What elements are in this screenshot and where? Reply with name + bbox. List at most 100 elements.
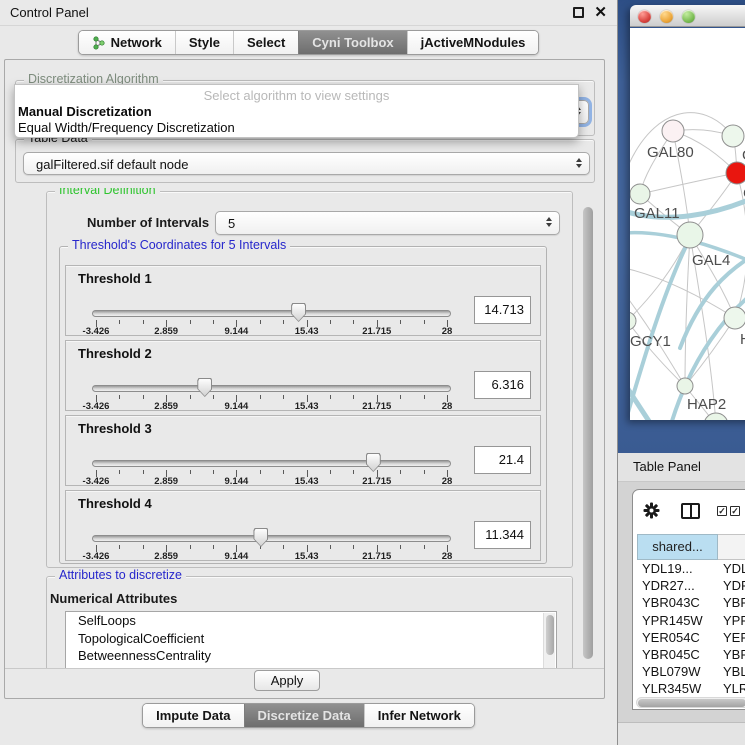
table-rows: YDL19...YDL1YDR27...YDR2YBR043C YBR0 YPR14… xyxy=(637,561,745,697)
number-of-intervals-combobox[interactable]: 5 xyxy=(215,211,560,235)
numerical-attributes-list[interactable]: SelfLoopsTopologicalCoefficientBetweenne… xyxy=(65,611,557,668)
bottom-tab-infer-network[interactable]: Infer Network xyxy=(364,704,474,727)
slider-tick xyxy=(119,395,120,399)
table-data-combobox[interactable]: galFiltered.sif default node xyxy=(23,152,590,175)
bottom-tab-discretize-data[interactable]: Discretize Data xyxy=(244,704,364,727)
slider-tick xyxy=(283,320,284,324)
attribute-item-selfloops[interactable]: SelfLoops xyxy=(66,612,556,630)
network-node-h[interactable] xyxy=(724,307,745,329)
close-traffic-light-icon[interactable] xyxy=(638,10,651,23)
cell-shared-name: YBR043C xyxy=(642,595,718,610)
apply-button[interactable]: Apply xyxy=(254,670,320,691)
slider-tick-label: 2.859 xyxy=(144,551,188,562)
slider-track[interactable] xyxy=(92,310,451,317)
threshold-value-field[interactable]: 11.344 xyxy=(474,521,531,549)
bottom-tab-label: Discretize Data xyxy=(258,708,351,723)
table-row[interactable]: YPR145WYPR1 xyxy=(637,613,745,630)
node-label-gal80: GAL80 xyxy=(647,144,694,161)
tab-style[interactable]: Style xyxy=(175,31,233,54)
slider-thumb[interactable] xyxy=(197,378,212,397)
dropdown-option-equal-width-frequency[interactable]: Equal Width/Frequency Discretization xyxy=(18,120,235,135)
table-row[interactable]: YDR27...YDR2 xyxy=(637,578,745,595)
network-node-c[interactable] xyxy=(726,162,745,184)
minimize-traffic-light-icon[interactable] xyxy=(660,10,673,23)
table-row[interactable]: YBR045CYBR0 xyxy=(637,647,745,664)
table-row[interactable]: YBR043C YBR0 xyxy=(637,595,745,612)
slider-tick xyxy=(190,545,191,549)
thresholds-group: Threshold's Coordinates for 5 Intervals … xyxy=(59,246,547,564)
table-row[interactable]: YBL079WYBL0 xyxy=(637,664,745,681)
threshold-label: Threshold 2 xyxy=(78,346,152,361)
slider-tick xyxy=(330,395,331,399)
slider-track[interactable] xyxy=(92,460,451,467)
slider-tick-label: 15.43 xyxy=(285,401,329,412)
combo-stepper-icon xyxy=(546,217,552,227)
threshold-value-field[interactable]: 21.4 xyxy=(474,446,531,474)
vertical-scrollbar-thumb[interactable] xyxy=(583,207,593,659)
list-scrollbar-thumb[interactable] xyxy=(546,615,554,655)
network-view-window: GAL80GACGAL11GAL4GCY1HHAP2 xyxy=(630,5,745,420)
slider-thumb[interactable] xyxy=(291,303,306,322)
tab-network[interactable]: Network xyxy=(79,31,175,54)
dropdown-option-manual-discretization[interactable]: Manual Discretization xyxy=(18,104,152,119)
cell-shared-name: YLR345W xyxy=(642,681,718,696)
table-row[interactable]: YLR345WYLR3 xyxy=(637,681,745,697)
top-tab-group: NetworkStyleSelectCyni ToolboxjActiveMNo… xyxy=(78,30,540,55)
node-label-gcy1: GCY1 xyxy=(630,333,671,350)
bottom-tab-label: Impute Data xyxy=(156,708,230,723)
slider-track[interactable] xyxy=(92,385,451,392)
select-columns-icon[interactable]: ✓ xyxy=(730,506,740,516)
cell-shared-name: YPR145W xyxy=(642,613,718,628)
control-panel-window: Control Panel ✕ NetworkStyleSelectCyni T… xyxy=(0,0,618,745)
horizontal-scrollbar-thumb[interactable] xyxy=(638,699,745,707)
network-node-gal11[interactable] xyxy=(630,184,650,204)
tab-jactivemnodules[interactable]: jActiveMNodules xyxy=(407,31,539,54)
tab-select[interactable]: Select xyxy=(233,31,298,54)
slider-tick-label: 9.144 xyxy=(214,401,258,412)
network-node-gcy1[interactable] xyxy=(630,312,636,330)
bottom-tab-impute-data[interactable]: Impute Data xyxy=(143,704,243,727)
network-canvas[interactable]: GAL80GACGAL11GAL4GCY1HHAP2 xyxy=(630,28,745,420)
list-scrollbar[interactable] xyxy=(543,613,555,668)
column-header-name[interactable]: na xyxy=(718,534,745,560)
slider-track[interactable] xyxy=(92,535,451,542)
slider-tick xyxy=(213,395,214,399)
split-view-icon[interactable] xyxy=(681,503,700,519)
gear-icon[interactable] xyxy=(643,502,660,519)
slider-tick-label: 2.859 xyxy=(144,476,188,487)
tab-cyni-toolbox[interactable]: Cyni Toolbox xyxy=(298,31,406,54)
network-node-hap2[interactable] xyxy=(677,378,693,394)
network-node-gal80[interactable] xyxy=(662,120,684,142)
cell-name: YBR0 xyxy=(723,595,745,610)
threshold-value-field[interactable]: 14.713 xyxy=(474,296,531,324)
threshold-panel-4: Threshold 4-3.4262.8599.14415.4321.71528… xyxy=(65,490,541,561)
numerical-attributes-label: Numerical Attributes xyxy=(50,591,177,606)
threshold-value-field[interactable]: 6.316 xyxy=(474,371,531,399)
horizontal-scrollbar[interactable] xyxy=(636,697,745,708)
select-columns-icon[interactable]: ✓ xyxy=(717,506,727,516)
slider-thumb[interactable] xyxy=(253,528,268,547)
control-panel-titlebar: Control Panel ✕ xyxy=(0,0,617,26)
zoom-traffic-light-icon[interactable] xyxy=(682,10,695,23)
attribute-item-topologicalcoefficient[interactable]: TopologicalCoefficient xyxy=(66,630,556,648)
float-window-icon[interactable] xyxy=(573,7,584,18)
threshold-panel-1: Threshold 1-3.4262.8599.14415.4321.71528… xyxy=(65,265,541,336)
network-node-ga[interactable] xyxy=(722,125,744,147)
algorithm-hint: Select algorithm to view settings xyxy=(15,88,578,103)
close-icon[interactable]: ✕ xyxy=(594,3,607,21)
table-row[interactable]: YER054CYER0 xyxy=(637,630,745,647)
slider-thumb[interactable] xyxy=(366,453,381,472)
slider-tick xyxy=(143,545,144,549)
slider-tick xyxy=(353,545,354,549)
table-row[interactable]: YDL19...YDL1 xyxy=(637,561,745,578)
slider-tick-label: 28 xyxy=(425,551,469,562)
attribute-item-betweennesscentrality[interactable]: BetweennessCentrality xyxy=(66,647,556,665)
slider-tick-label: 9.144 xyxy=(214,551,258,562)
thresholds-group-label: Threshold's Coordinates for 5 Intervals xyxy=(68,238,290,252)
cell-name: YBL0 xyxy=(723,664,745,679)
network-node-gal4[interactable] xyxy=(677,222,703,248)
column-header-shared-name[interactable]: shared... xyxy=(637,534,718,560)
bottom-tab-bar: Impute Data Discretize Data Infer Network xyxy=(0,701,617,729)
slider-tick xyxy=(119,545,120,549)
slider-tick-label: 2.859 xyxy=(144,401,188,412)
